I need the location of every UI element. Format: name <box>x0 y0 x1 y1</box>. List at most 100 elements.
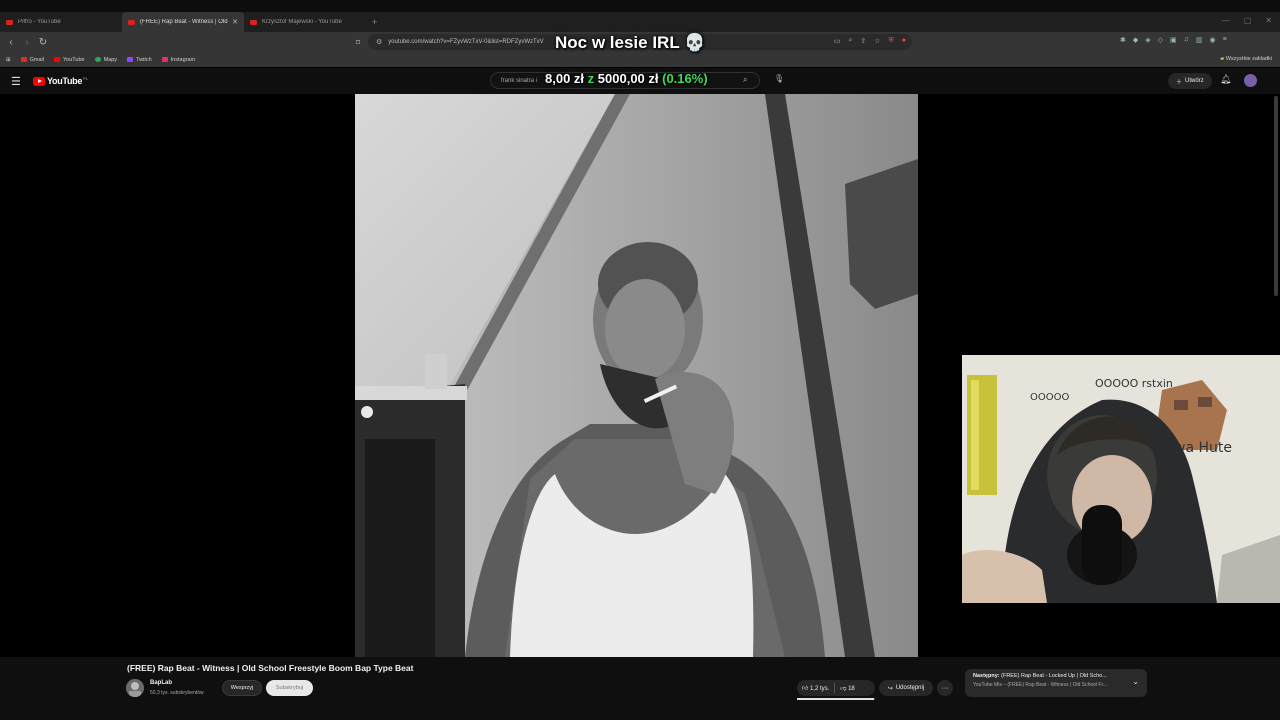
profile-icon[interactable]: ◉ <box>1210 36 1216 44</box>
bookmark-gmail[interactable]: Gmail <box>20 56 44 63</box>
webcam-overlay: OOOOO rstxin OOOOO Nowa Hute <box>962 355 1280 603</box>
channel-avatar[interactable] <box>126 679 144 697</box>
webcam-image: OOOOO rstxin OOOOO Nowa Hute <box>962 355 1280 603</box>
bookmark-label: Mapy <box>103 56 118 63</box>
subscribe-button[interactable]: Subskrybuj <box>266 680 313 696</box>
reload-icon[interactable]: ↻ <box>35 37 51 48</box>
extension-shield-icon[interactable]: ⛨ <box>889 37 894 45</box>
like-divider <box>834 683 836 693</box>
twitch-icon <box>127 57 134 62</box>
extension-icon[interactable]: ▣ <box>1170 36 1177 44</box>
create-label: Utwórz <box>1185 78 1204 84</box>
all-bookmarks-label: Wszystkie zakładki <box>1225 56 1272 62</box>
donation-current: 8,00 zł <box>545 71 585 86</box>
side-panel-icon[interactable]: ▥ <box>1196 36 1203 44</box>
share-label: Udostępnij <box>895 685 925 691</box>
minimize-icon[interactable]: — <box>1222 16 1230 25</box>
channel-name[interactable]: BapLab <box>150 680 172 686</box>
youtube-play-icon <box>33 76 45 86</box>
hamburger-menu-icon[interactable]: ☰ <box>11 75 21 88</box>
address-bar-icons: ▭ ⌕ ⇪ ☆ ⛨ ● <box>834 37 906 45</box>
subscriber-count: 50,3 tys. subskrybentów <box>150 690 204 696</box>
extensions-toolbar: ✱ ◆ ◈ ◇ ▣ ♫ ▥ ◉ ≡ <box>1120 36 1227 44</box>
create-button[interactable]: ＋ Utwórz <box>1168 73 1212 89</box>
like-count: 1,2 tys. <box>809 686 830 692</box>
youtube-logo-text: YouTube <box>47 76 83 86</box>
channel-avatar-image <box>126 679 144 697</box>
more-actions-button[interactable]: ··· <box>937 680 953 696</box>
youtube-favicon-icon <box>128 19 135 25</box>
bookmark-label: Gmail <box>29 56 44 63</box>
chevron-down-icon[interactable]: ⌄ <box>1132 677 1139 686</box>
page-scrollbar[interactable] <box>1274 96 1278 296</box>
bookmark-instagram[interactable]: Instagram <box>161 57 195 63</box>
bookmark-label: YouTube <box>62 56 85 63</box>
youtube-favicon-icon <box>6 19 13 25</box>
share-button[interactable]: ↪ Udostępnij <box>879 680 933 696</box>
back-icon[interactable]: ‹ <box>3 37 19 48</box>
apps-grid-icon[interactable]: ⊞ <box>6 57 11 63</box>
stream-title-overlay: Noc w lesie IRL 💀 <box>555 33 706 52</box>
bookmark-icon[interactable]: ⌑ <box>350 38 366 47</box>
like-ratio-bar <box>797 698 875 700</box>
cast-icon[interactable]: ▭ <box>834 37 841 45</box>
youtube-logo[interactable]: YouTube PL <box>33 76 88 86</box>
bookmarks-bar: ⊞ Gmail YouTube Mapy Twitch Instagram ▰ … <box>0 52 1280 67</box>
bookmark-mapy[interactable]: Mapy <box>94 56 118 63</box>
share-arrow-icon: ↪ <box>887 685 893 692</box>
zoom-icon[interactable]: ⌕ <box>848 37 852 45</box>
video-title: (FREE) Rap Beat - Witness | Old School F… <box>127 663 414 673</box>
tab-krzysztof[interactable]: Krzysztof Majewski - YouTube <box>244 12 366 32</box>
like-ratio-fill <box>797 698 874 700</box>
account-avatar[interactable] <box>1244 74 1257 87</box>
tab-strip: Piffro - YouTube (FREE) Rap Beat - Witne… <box>0 12 1280 32</box>
gmail-icon <box>20 57 27 62</box>
tab-rap-beat[interactable]: (FREE) Rap Beat - Witness | Old S ✕ <box>122 12 244 32</box>
like-dislike-group: 👍︎ 1,2 tys. 👎︎ 18 <box>797 680 875 696</box>
search-value: frank sinatra i <box>501 77 538 84</box>
search-icon[interactable]: ⌕ <box>743 75 747 85</box>
media-icon[interactable]: ♫ <box>1184 36 1189 44</box>
bookmark-youtube[interactable]: YouTube <box>53 56 85 63</box>
wall-doodle-text: OOOOO <box>1030 392 1069 403</box>
star-icon[interactable]: ☆ <box>874 37 880 45</box>
youtube-icon <box>53 57 60 62</box>
donation-goal-overlay: 8,00 zł z 5000,00 zł (0.16%) <box>545 71 708 86</box>
bookmark-twitch[interactable]: Twitch <box>127 57 152 63</box>
extension-icon[interactable]: ✱ <box>1120 36 1126 44</box>
support-button[interactable]: Wesprzyj <box>222 680 262 696</box>
wall-doodle-text: OOOOO rstxin <box>1095 377 1173 390</box>
up-next-prefix: Następny: <box>973 673 1000 679</box>
up-next-card[interactable]: Następny: (FREE) Rap Beat - Locked Up | … <box>965 669 1147 697</box>
extension-icon[interactable]: ◆ <box>1133 36 1138 44</box>
forward-icon[interactable]: › <box>19 37 35 48</box>
new-tab-button[interactable]: + <box>372 17 377 27</box>
video-player[interactable] <box>355 94 918 657</box>
all-bookmarks[interactable]: ▰ Wszystkie zakładki <box>1220 56 1272 62</box>
tab-piffro[interactable]: Piffro - YouTube <box>0 12 122 32</box>
microphone-icon[interactable]: 🎙︎ <box>774 74 784 83</box>
extension-icon[interactable]: ◇ <box>1158 36 1163 44</box>
instagram-icon <box>161 57 168 62</box>
extension-red-icon[interactable]: ● <box>902 37 906 45</box>
extension-icon[interactable]: ◈ <box>1145 36 1150 44</box>
like-button[interactable]: 👍︎ 1,2 tys. <box>802 684 829 692</box>
dislike-button[interactable]: 👎︎ 18 <box>840 684 854 692</box>
thumbs-up-icon: 👍︎ <box>802 686 809 692</box>
window-top-edge <box>0 0 1280 12</box>
close-tab-icon[interactable]: ✕ <box>232 18 238 26</box>
notifications-bell-icon[interactable]: 🔔︎ <box>1220 74 1231 85</box>
donation-goal: 5000,00 zł <box>597 71 659 86</box>
maximize-icon[interactable]: ▢ <box>1244 16 1252 25</box>
share-page-icon[interactable]: ⇪ <box>860 37 866 45</box>
site-info-icon[interactable]: ⚙ <box>376 38 382 46</box>
donation-percent: (0.16%) <box>662 71 708 86</box>
address-text: youtube.com/watch?v=FZyvWzTxV-0&list=RDF… <box>388 39 544 45</box>
donation-separator: z <box>587 71 595 86</box>
youtube-favicon-icon <box>250 19 257 25</box>
close-window-icon[interactable]: ✕ <box>1265 16 1272 25</box>
plus-icon: ＋ <box>1176 79 1183 86</box>
country-code: PL <box>83 76 88 81</box>
tab-title: Krzysztof Majewski - YouTube <box>262 19 342 25</box>
menu-dots-icon[interactable]: ≡ <box>1223 36 1227 44</box>
